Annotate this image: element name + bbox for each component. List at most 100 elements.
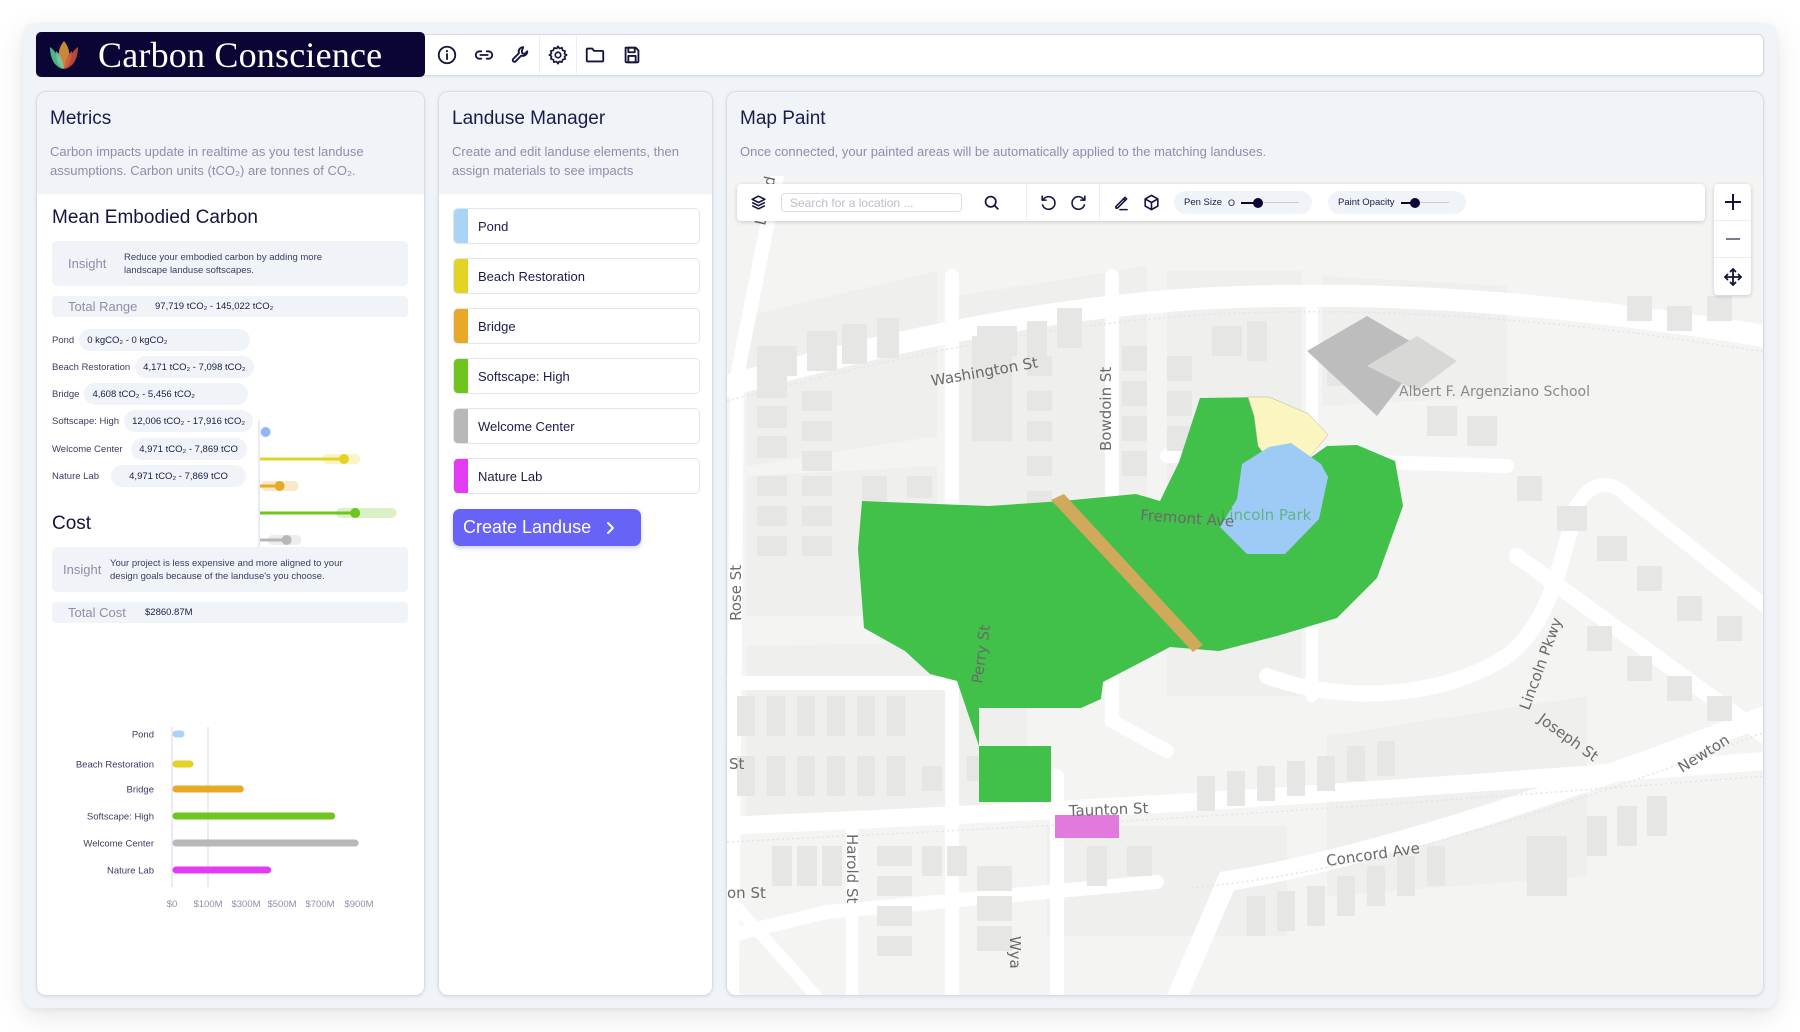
insight-label: Insight (68, 256, 107, 271)
pen-size-slider[interactable] (1241, 197, 1300, 208)
carbon-row-range: 4,608 tCO₂ - 5,456 tCO₂ (84, 383, 249, 405)
street-label: Rose St (727, 565, 745, 621)
carbon-row-name: Softscape: High (52, 415, 120, 427)
base-map[interactable]: Washington St Bowdoin St Fremont Ave Lel… (727, 176, 1764, 996)
carbon-value-dot (350, 508, 361, 518)
building (802, 476, 832, 496)
embodied-insight: Insight Reduce your embodied carbon by a… (52, 241, 408, 286)
building (827, 696, 845, 736)
street-label: Taunton St (1068, 799, 1149, 820)
building (737, 696, 755, 736)
x-tick-label: $700M (305, 899, 334, 910)
building (767, 756, 785, 796)
settings-button[interactable] (539, 35, 576, 75)
zoom-out-button[interactable] (1714, 221, 1751, 258)
layers-button[interactable] (743, 184, 773, 221)
building (1277, 891, 1295, 931)
slider-knob[interactable] (1253, 197, 1264, 208)
building (1427, 406, 1457, 436)
building (757, 376, 787, 398)
paint-opacity-slider[interactable] (1400, 197, 1449, 208)
map-title: Map Paint (740, 108, 826, 129)
building (1467, 416, 1497, 446)
undo-button[interactable] (1033, 184, 1063, 221)
building (877, 876, 912, 896)
building (922, 766, 942, 791)
location-search-input[interactable] (781, 193, 962, 212)
insight-text: Reduce your embodied carbon by adding mo… (124, 251, 323, 276)
3d-view-button[interactable] (1136, 184, 1166, 221)
landuse-description: Create and edit landuse elements, then a… (452, 144, 679, 178)
carbon-row-name: Beach Restoration (52, 361, 131, 373)
street-label: Lincoln Park (1221, 506, 1312, 524)
pen-size-min-icon: O (1228, 197, 1236, 208)
bar-category-label: Pond (132, 730, 154, 741)
x-tick-label: $300M (231, 899, 260, 910)
landuse-item-nature-lab[interactable]: Nature Lab (453, 458, 700, 494)
undo-icon (1040, 195, 1056, 211)
building (757, 346, 797, 376)
info-icon (437, 45, 456, 65)
landuse-swatch (454, 309, 468, 343)
carbon-row: Bridge 4,608 tCO₂ - 5,456 tCO₂ (52, 383, 249, 405)
building (877, 906, 912, 926)
move-arrows-icon (1723, 267, 1742, 286)
wrench-icon (511, 46, 528, 63)
landuse-item-welcome-center[interactable]: Welcome Center (453, 408, 700, 444)
metrics-panel: Metrics Carbon impacts update in realtim… (36, 91, 425, 996)
building (1287, 761, 1305, 796)
pen-tool-button[interactable] (1106, 184, 1136, 221)
metrics-header: Metrics Carbon impacts update in realtim… (37, 92, 424, 194)
open-folder-button[interactable] (576, 35, 613, 75)
building (1307, 886, 1325, 926)
building (1247, 896, 1265, 936)
building (802, 536, 832, 556)
carbon-row: Pond 0 kgCO₂ - 0 kgCO₂ (52, 329, 251, 351)
slider-knob[interactable] (1409, 197, 1420, 208)
cost-bar-chart: Pond Beach Restoration Bridge Softscape: Hi… (76, 727, 374, 910)
building (857, 756, 875, 796)
map-canvas[interactable]: Washington St Bowdoin St Fremont Ave Lel… (727, 176, 1764, 996)
minus-icon (1725, 238, 1740, 240)
building (1587, 626, 1612, 651)
street-label: Albert F. Argenziano School (1399, 384, 1590, 400)
building (922, 846, 942, 876)
zoom-in-button[interactable] (1714, 184, 1751, 221)
building (797, 696, 815, 736)
landuse-item-softscape-high[interactable]: Softscape: High (453, 358, 700, 394)
building (1667, 306, 1692, 331)
building (1377, 741, 1395, 776)
bar-category-label: Welcome Center (83, 839, 154, 850)
create-landuse-button[interactable]: Create Landuse (453, 509, 641, 546)
bar-category-label: Bridge (127, 785, 154, 796)
info-button[interactable] (428, 35, 465, 75)
landuse-item-bridge[interactable]: Bridge (453, 308, 700, 344)
toolbar-divider (1026, 184, 1027, 221)
building (1027, 421, 1052, 441)
landuse-item-pond[interactable]: Pond (453, 208, 700, 244)
redo-button[interactable] (1063, 184, 1093, 221)
x-tick-label: $900M (344, 899, 373, 910)
building (877, 846, 912, 866)
paint-opacity-control: Paint Opacity (1328, 191, 1466, 214)
search-button[interactable] (976, 184, 1006, 221)
landuse-item-beach-restoration[interactable]: Beach Restoration (453, 258, 700, 294)
building (807, 331, 837, 371)
save-button[interactable] (613, 35, 650, 75)
building (907, 476, 932, 498)
building (797, 756, 815, 796)
building (767, 696, 785, 736)
street-label: Bowdoin St (1097, 367, 1115, 451)
save-icon (624, 46, 639, 64)
pan-button[interactable] (1714, 258, 1751, 295)
building (757, 406, 787, 428)
redo-icon (1070, 195, 1086, 211)
carbon-row-range: 0 kgCO₂ - 0 kgCO₂ (79, 329, 251, 351)
bar-category-label: Nature Lab (107, 866, 154, 877)
building (842, 324, 867, 364)
building (1257, 766, 1275, 801)
link-button[interactable] (465, 35, 502, 75)
wrench-button[interactable] (502, 35, 539, 75)
carbon-value-dot (260, 427, 271, 437)
paint-opacity-label: Paint Opacity (1338, 197, 1395, 208)
